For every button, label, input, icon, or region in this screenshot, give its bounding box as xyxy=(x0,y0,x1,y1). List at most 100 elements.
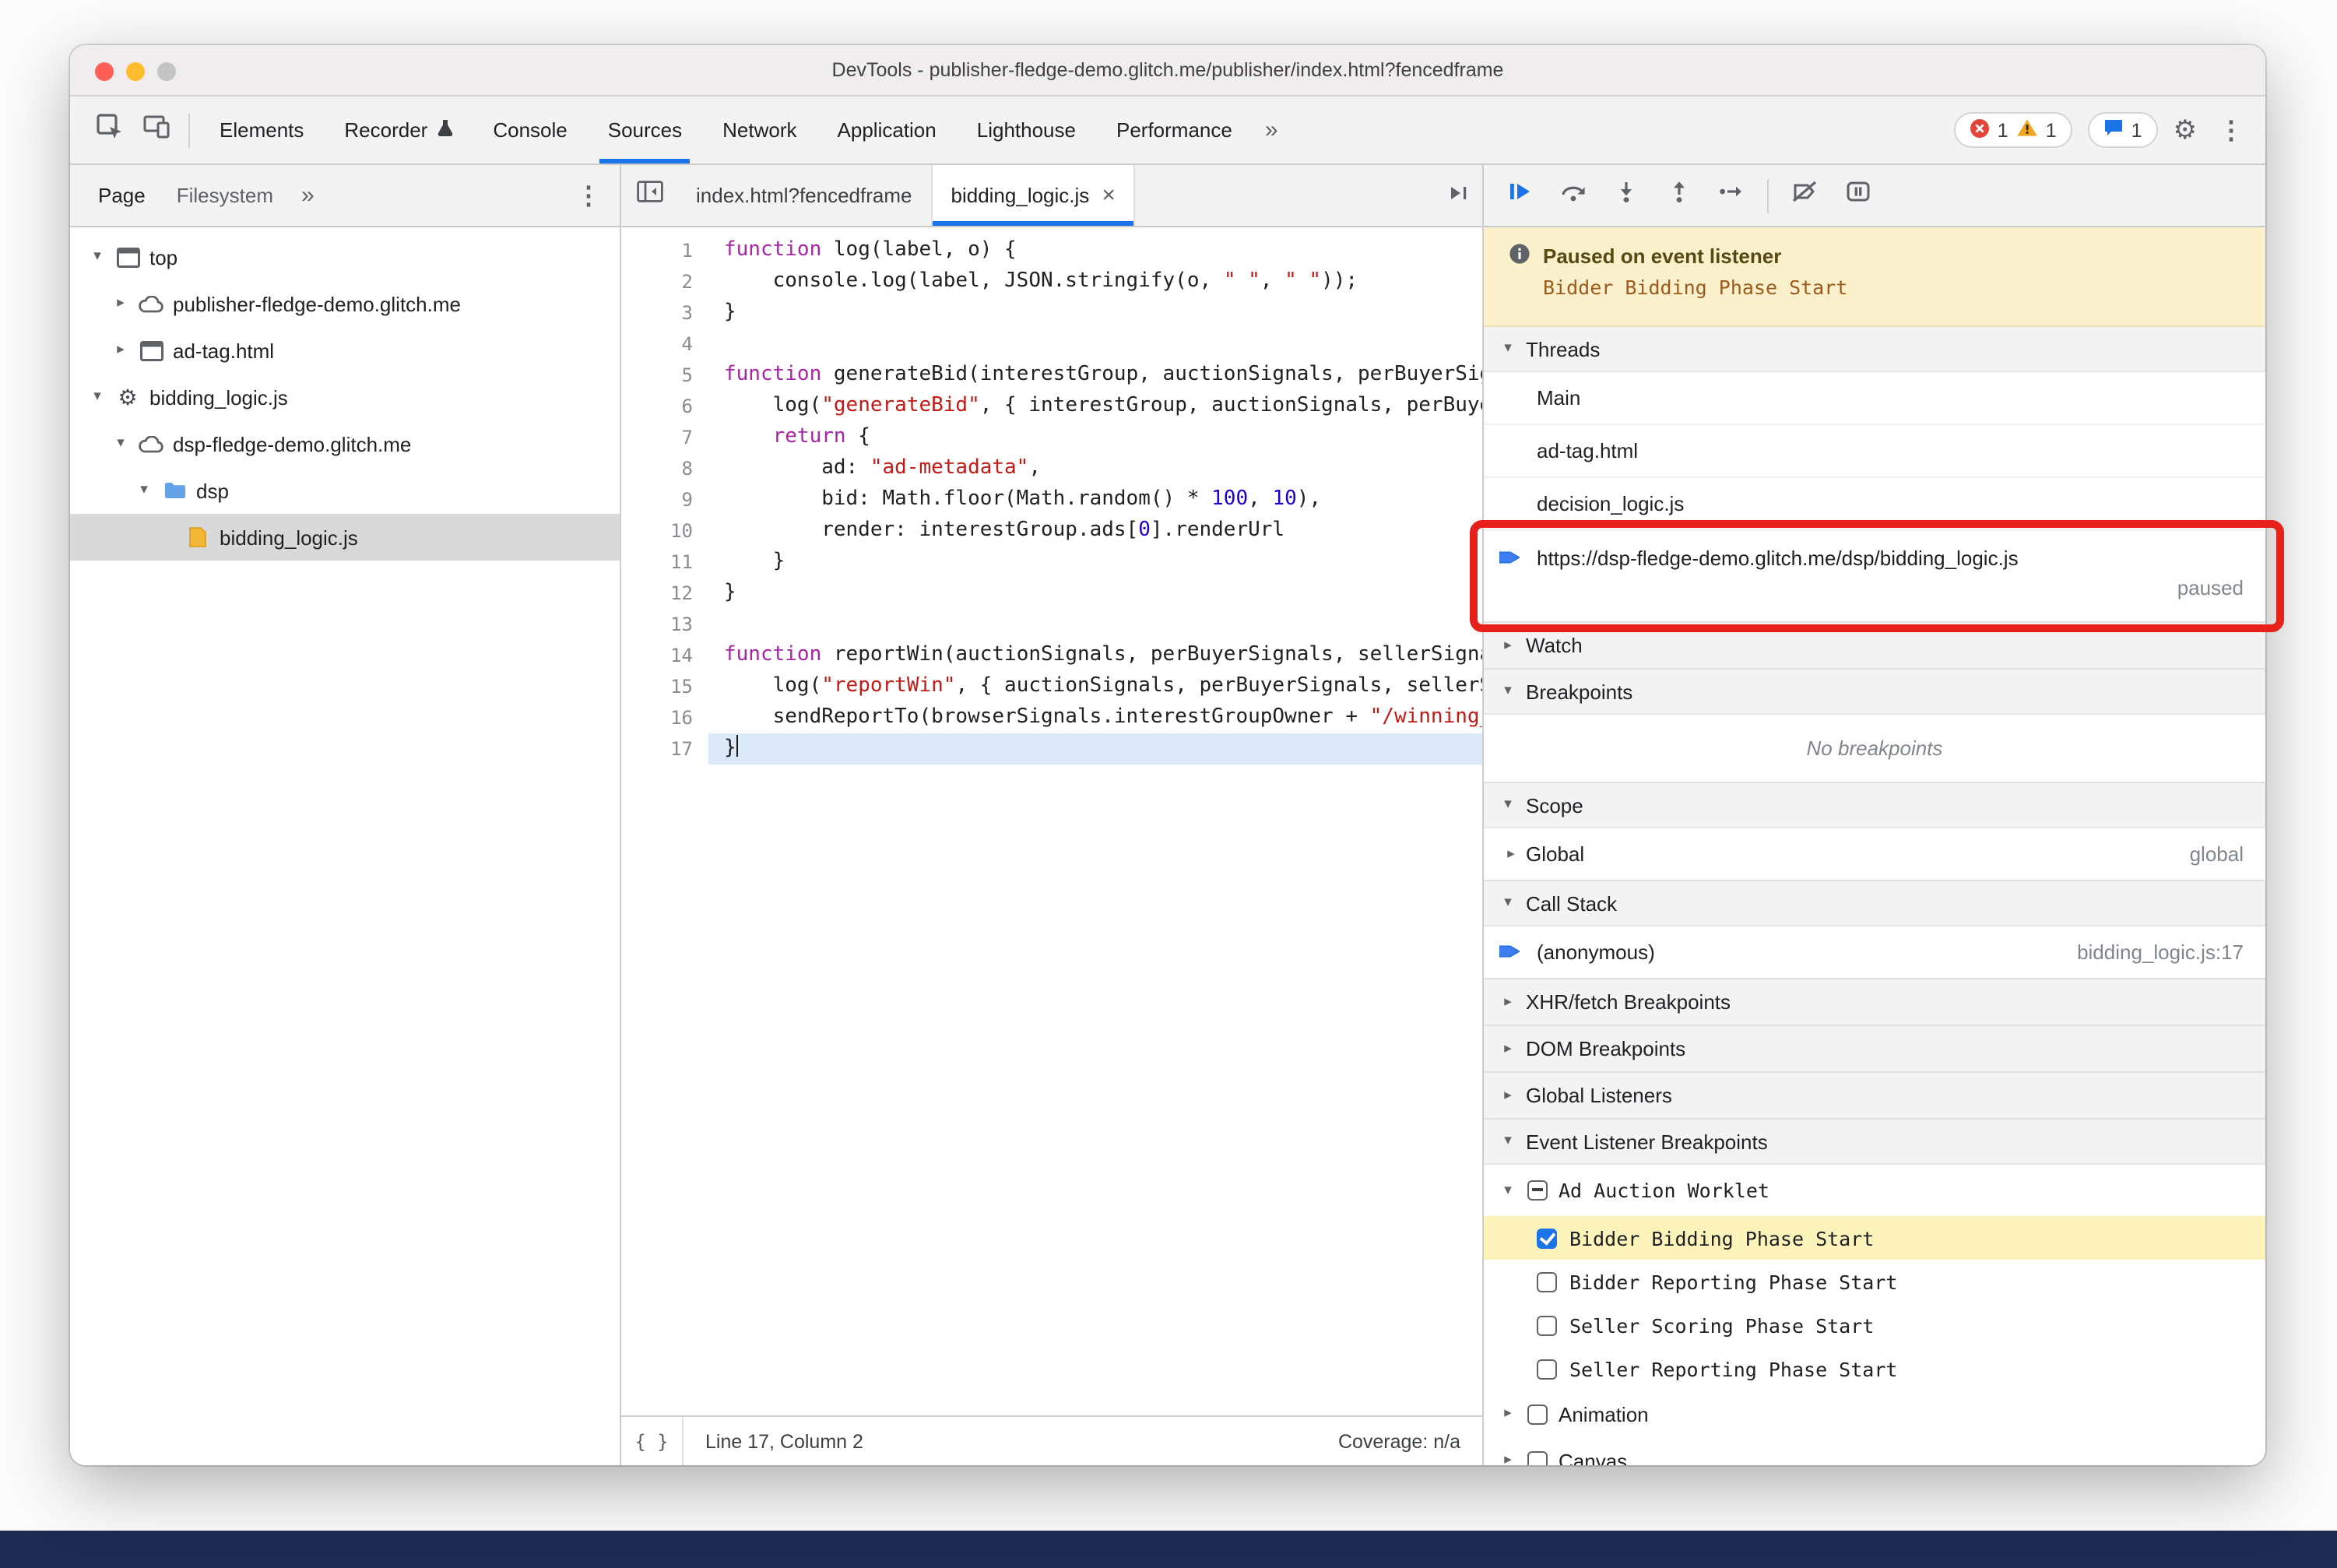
line-number[interactable]: 16 xyxy=(621,702,708,733)
line-number[interactable]: 13 xyxy=(621,609,708,640)
breakpoints-section-header[interactable]: ▾ Breakpoints xyxy=(1484,670,2265,715)
settings-button[interactable]: ⚙ xyxy=(2174,117,2198,143)
tree-item-bidding-logic-js[interactable]: bidding_logic.js xyxy=(70,514,620,561)
errors-warnings-badge[interactable]: 1 1 xyxy=(1953,112,2072,148)
breakpoint-group-canvas[interactable]: ▸ Canvas xyxy=(1484,1437,2265,1465)
checkbox-seller-reporting-phase-start[interactable] xyxy=(1537,1359,1557,1379)
checkbox-bidder-bidding-phase-start[interactable] xyxy=(1537,1228,1557,1248)
tree-item-dsp[interactable]: ▾ dsp xyxy=(70,467,620,514)
step-out-button[interactable] xyxy=(1652,172,1705,219)
code-line[interactable]: 6 log("generateBid", { interestGroup, au… xyxy=(621,391,1482,422)
navigator-menu-button[interactable]: ⋮ xyxy=(570,180,607,211)
code-line[interactable]: 16 sendReportTo(browserSignals.interestG… xyxy=(621,702,1482,733)
panel-tab-console[interactable]: Console xyxy=(473,97,587,163)
panel-tab-performance[interactable]: Performance xyxy=(1096,97,1253,163)
breakpoint-bidder-reporting-phase-start[interactable]: Bidder Reporting Phase Start xyxy=(1484,1260,2265,1303)
chevron-down-icon[interactable]: ▾ xyxy=(112,436,129,452)
line-number[interactable]: 17 xyxy=(621,733,708,765)
toggle-navigator-button[interactable] xyxy=(621,172,677,219)
line-number[interactable]: 5 xyxy=(621,360,708,391)
deactivate-breakpoints-button[interactable] xyxy=(1778,172,1831,219)
global-listeners-section-header[interactable]: ▸ Global Listeners xyxy=(1484,1073,2265,1118)
code-line[interactable]: 2 console.log(label, JSON.stringify(o, "… xyxy=(621,266,1482,297)
threads-section-header[interactable]: ▾ Threads xyxy=(1484,327,2265,372)
step-over-button[interactable] xyxy=(1546,172,1599,219)
line-number[interactable]: 9 xyxy=(621,484,708,515)
editor-tab-index-html-fencedframe[interactable]: index.html?fencedframe xyxy=(677,165,933,226)
chevron-right-icon[interactable]: ▸ xyxy=(112,343,129,358)
chevron-down-icon[interactable]: ▾ xyxy=(1499,1183,1516,1198)
open-file-navigation-button[interactable] xyxy=(1436,172,1482,219)
more-panels-button[interactable]: » xyxy=(1253,117,1291,143)
zoom-window-button[interactable] xyxy=(157,62,176,80)
line-number[interactable]: 2 xyxy=(621,266,708,297)
chevron-down-icon[interactable]: ▾ xyxy=(89,389,106,405)
line-number[interactable]: 3 xyxy=(621,297,708,329)
line-number[interactable]: 4 xyxy=(621,329,708,360)
chevron-right-icon[interactable]: ▸ xyxy=(112,296,129,311)
thread-row-ad-tag-html[interactable]: ad-tag.html xyxy=(1484,425,2265,478)
sidebar-tab-page[interactable]: Page xyxy=(83,165,161,226)
checkbox-canvas[interactable] xyxy=(1527,1450,1548,1465)
tree-item-dsp-fledge-demo-glitch-me[interactable]: ▾ dsp-fledge-demo.glitch.me xyxy=(70,420,620,467)
dom-breakpoints-section-header[interactable]: ▸ DOM Breakpoints xyxy=(1484,1026,2265,1071)
code-line[interactable]: 5 function generateBid(interestGroup, auc… xyxy=(621,360,1482,391)
xhr-breakpoints-section-header[interactable]: ▸ XHR/fetch Breakpoints xyxy=(1484,979,2265,1025)
chevron-down-icon[interactable]: ▾ xyxy=(135,483,153,498)
watch-section-header[interactable]: ▸ Watch xyxy=(1484,623,2265,668)
tree-item-publisher-fledge-demo-glitch-me[interactable]: ▸ publisher-fledge-demo.glitch.me xyxy=(70,280,620,327)
scope-global-row[interactable]: ▸ Global global xyxy=(1484,828,2265,880)
code-line[interactable]: 7 return { xyxy=(621,422,1482,453)
code-line[interactable]: 4 xyxy=(621,329,1482,360)
checkbox-ad-auction-worklet[interactable] xyxy=(1527,1180,1548,1201)
panel-tab-elements[interactable]: Elements xyxy=(199,97,324,163)
device-toolbar-button[interactable] xyxy=(132,107,179,153)
code-line[interactable]: 10 render: interestGroup.ads[0].renderUr… xyxy=(621,515,1482,547)
code-line[interactable]: 12} xyxy=(621,578,1482,609)
panel-tab-lighthouse[interactable]: Lighthouse xyxy=(957,97,1096,163)
step-button[interactable] xyxy=(1705,172,1758,219)
sidebar-tab-filesystem[interactable]: Filesystem xyxy=(161,165,289,226)
chevron-right-icon[interactable]: ▸ xyxy=(1499,1406,1516,1422)
pause-on-exceptions-button[interactable] xyxy=(1831,172,1884,219)
thread-row-decision-logic-js[interactable]: decision_logic.js xyxy=(1484,478,2265,531)
code-line[interactable]: 13 xyxy=(621,609,1482,640)
panel-tab-application[interactable]: Application xyxy=(817,97,957,163)
code-line[interactable]: 3} xyxy=(621,297,1482,329)
customize-devtools-menu-button[interactable]: ⋮ xyxy=(2212,114,2250,146)
tree-item-bidding-logic-js[interactable]: ▾ ⚙ bidding_logic.js xyxy=(70,374,620,420)
line-number[interactable]: 10 xyxy=(621,515,708,547)
line-number[interactable]: 6 xyxy=(621,391,708,422)
breakpoint-seller-scoring-phase-start[interactable]: Seller Scoring Phase Start xyxy=(1484,1303,2265,1347)
thread-row-https-dsp-fledge-demo-glitch-me-dsp-bidding-logic-js[interactable]: https://dsp-fledge-demo.glitch.me/dsp/bi… xyxy=(1484,531,2265,621)
panel-tab-network[interactable]: Network xyxy=(702,97,817,163)
line-number[interactable]: 12 xyxy=(621,578,708,609)
checkbox-animation[interactable] xyxy=(1527,1404,1548,1424)
scope-section-header[interactable]: ▾ Scope xyxy=(1484,783,2265,828)
tree-item-top[interactable]: ▾ top xyxy=(70,234,620,280)
call-stack-section-header[interactable]: ▾ Call Stack xyxy=(1484,881,2265,926)
chevron-down-icon[interactable]: ▾ xyxy=(89,249,106,265)
breakpoint-group-animation[interactable]: ▸ Animation xyxy=(1484,1390,2265,1437)
checkbox-bidder-reporting-phase-start[interactable] xyxy=(1537,1271,1557,1292)
more-navigator-tabs-button[interactable]: » xyxy=(289,182,327,209)
code-line[interactable]: 1 function log(label, o) { xyxy=(621,235,1482,266)
line-number[interactable]: 8 xyxy=(621,453,708,484)
code-line[interactable]: 14 function reportWin(auctionSignals, per… xyxy=(621,640,1482,671)
breakpoint-group-ad-auction-worklet[interactable]: ▾ Ad Auction Worklet xyxy=(1484,1165,2265,1216)
line-number[interactable]: 11 xyxy=(621,547,708,578)
issues-badge[interactable]: 1 xyxy=(2087,112,2158,148)
panel-tab-recorder[interactable]: Recorder xyxy=(324,97,473,163)
pretty-print-button[interactable]: { } xyxy=(621,1417,684,1465)
resume-script-button[interactable] xyxy=(1493,172,1546,219)
call-stack-frame[interactable]: (anonymous) bidding_logic.js:17 xyxy=(1484,926,2265,978)
editor-tab-bidding-logic-js[interactable]: bidding_logic.js × xyxy=(932,165,1136,226)
minimize-window-button[interactable] xyxy=(126,62,145,80)
breakpoint-bidder-bidding-phase-start[interactable]: Bidder Bidding Phase Start xyxy=(1484,1216,2265,1260)
close-tab-icon[interactable]: × xyxy=(1102,184,1116,207)
code-editor[interactable]: 1 function log(label, o) {2 console.log(l… xyxy=(621,227,1482,1415)
thread-row-main[interactable]: Main xyxy=(1484,372,2265,425)
chevron-right-icon[interactable]: ▸ xyxy=(1499,1453,1516,1465)
code-line[interactable]: 9 bid: Math.floor(Math.random() * 100, 1… xyxy=(621,484,1482,515)
code-line[interactable]: 17} xyxy=(621,733,1482,765)
